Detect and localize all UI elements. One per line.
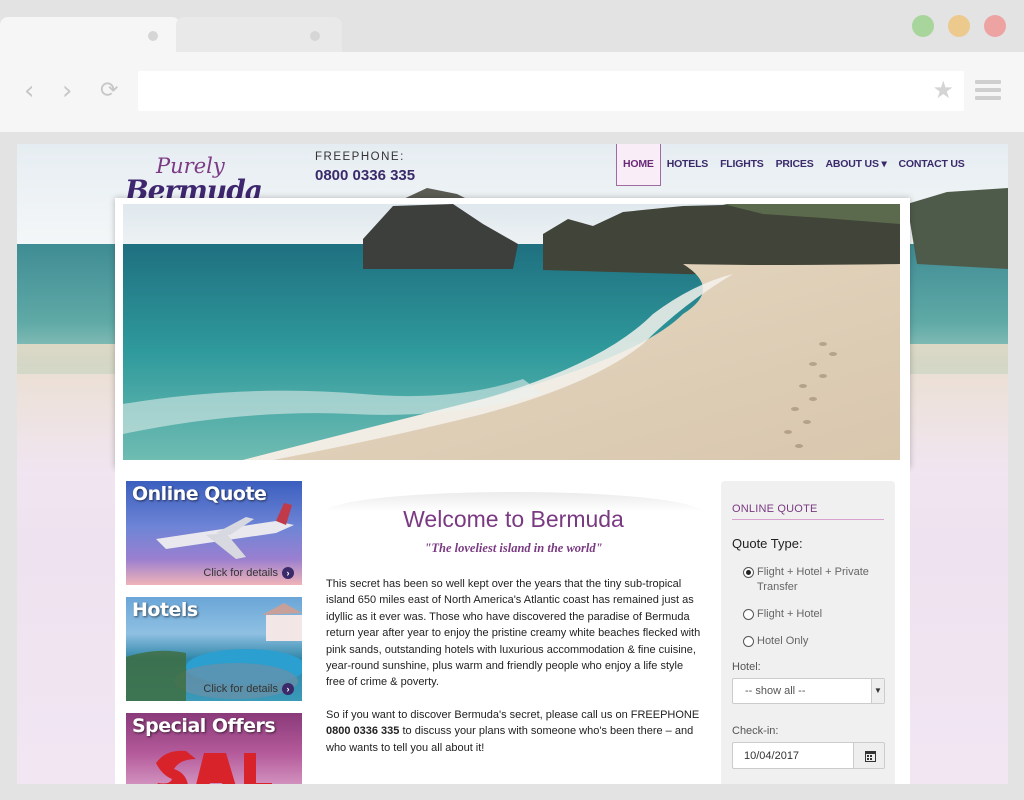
promo-online-quote-title: Online Quote [132, 483, 267, 505]
reload-icon[interactable]: ⟳ [100, 78, 118, 104]
calendar-icon [865, 751, 876, 762]
chevron-right-icon: › [282, 683, 294, 695]
nav-contact-us[interactable]: CONTACT US [893, 144, 971, 186]
promo-special-offers-title: Special Offers [132, 715, 276, 737]
calendar-button[interactable] [853, 742, 885, 769]
promo-hotels[interactable]: Hotels Click for details › [126, 597, 302, 701]
welcome-section: Welcome to Bermuda "The loveliest island… [326, 492, 701, 756]
hotel-select[interactable]: -- show all -- ▼ [732, 678, 885, 704]
online-quote-form: ONLINE QUOTE Quote Type: Flight + Hotel … [721, 481, 895, 784]
welcome-paragraph-2: So if you want to discover Bermuda's sec… [326, 708, 700, 754]
quote-type-label: Quote Type: [732, 536, 803, 551]
radio-icon[interactable] [743, 609, 754, 620]
page-viewport: Purely Bermuda FREEPHONE: 0800 0336 335 … [17, 144, 1008, 784]
browser-window: ‹ › ⟳ ★ Purely Bermuda FREEPHONE: 0800 0… [0, 0, 1024, 800]
window-zoom-button[interactable] [948, 15, 970, 37]
browser-tab-inactive[interactable] [176, 17, 342, 53]
freephone-number[interactable]: 0800 0336 335 [315, 167, 415, 184]
window-minimize-button[interactable] [912, 15, 934, 37]
radio-icon[interactable] [743, 636, 754, 647]
back-icon[interactable]: ‹ [24, 78, 34, 104]
promo-online-quote[interactable]: Online Quote Click for details › [126, 481, 302, 585]
page-container: Purely Bermuda FREEPHONE: 0800 0336 335 … [115, 144, 965, 784]
promo-hotels-cta[interactable]: Click for details › [203, 683, 294, 695]
chevron-right-icon: › [282, 567, 294, 579]
chevron-down-icon: ▼ [871, 679, 884, 703]
quote-type-option-flight-hotel[interactable]: Flight + Hotel [743, 607, 883, 622]
nav-about-us[interactable]: ABOUT US ▾ [820, 144, 893, 186]
promo-hotels-title: Hotels [132, 599, 198, 621]
main-nav: HOME HOTELS FLIGHTS PRICES ABOUT US ▾ CO… [616, 144, 971, 186]
welcome-tagline: "The loveliest island in the world" [424, 541, 603, 555]
nav-hotels[interactable]: HOTELS [661, 144, 714, 186]
window-close-button[interactable] [984, 15, 1006, 37]
promo-special-offers[interactable]: Special Offers [126, 713, 302, 784]
welcome-phone-number[interactable]: 0800 0336 335 [326, 725, 399, 737]
hotel-label: Hotel: [732, 661, 761, 673]
content-panel: Online Quote Click for details › Hotels C… [115, 468, 910, 784]
quote-type-option-hotel-only[interactable]: Hotel Only [743, 634, 883, 649]
checkin-date-input[interactable]: 10/04/2017 [732, 742, 854, 769]
browser-tab-active[interactable] [0, 17, 180, 53]
nav-prices[interactable]: PRICES [770, 144, 820, 186]
nav-home[interactable]: HOME [616, 144, 661, 186]
hero-beach-image [123, 204, 900, 460]
forward-icon[interactable]: › [62, 78, 72, 104]
freephone-label: FREEPHONE: [315, 151, 405, 163]
radio-checked-icon[interactable] [743, 567, 754, 578]
quote-form-title: ONLINE QUOTE [732, 503, 818, 515]
freephone-block: FREEPHONE: 0800 0336 335 [315, 151, 415, 184]
quote-type-option-flight-hotel-transfer[interactable]: Flight + Hotel + Private Transfer [743, 565, 883, 595]
hero-frame [115, 198, 910, 468]
bookmark-star-icon[interactable]: ★ [932, 77, 954, 105]
welcome-paragraph-1: This secret has been so well kept over t… [326, 578, 701, 689]
nav-flights[interactable]: FLIGHTS [714, 144, 770, 186]
promo-online-quote-cta[interactable]: Click for details › [203, 567, 294, 579]
checkin-label: Check-in: [732, 725, 779, 737]
browser-menu-icon[interactable] [975, 80, 1001, 100]
address-bar[interactable]: ★ [138, 71, 964, 111]
